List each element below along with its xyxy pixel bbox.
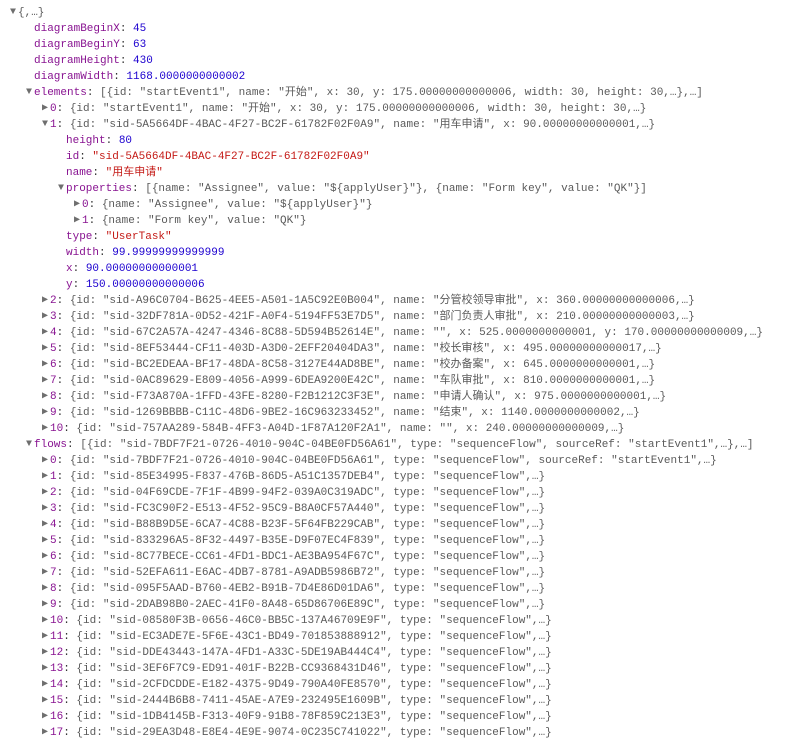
expand-toggle-icon[interactable] xyxy=(40,469,50,485)
expand-toggle-icon[interactable] xyxy=(72,213,82,229)
expand-toggle-icon[interactable] xyxy=(40,389,50,405)
tree-row: 9: {id: "sid-2DAB98B0-2AEC-41F0-8A48-65D… xyxy=(8,597,781,613)
expand-toggle-icon[interactable] xyxy=(40,517,50,533)
tree-row: 6: {id: "sid-BC2EDEAA-BF17-48DA-8C58-312… xyxy=(8,357,781,373)
expand-toggle-icon[interactable] xyxy=(40,373,50,389)
tree-row: 0: {id: "startEvent1", name: "开始", x: 30… xyxy=(8,101,781,117)
tree-row: 1: {name: "Form key", value: "QK"} xyxy=(8,213,781,229)
tree-row: 2: {id: "sid-A96C0704-B625-4EE5-A501-1A5… xyxy=(8,293,781,309)
tree-row: 17: {id: "sid-29EA3D48-E8E4-4E9E-9074-0C… xyxy=(8,725,781,741)
tree-row: 2: {id: "sid-04F69CDE-7F1F-4B99-94F2-039… xyxy=(8,485,781,501)
tree-row: 7: {id: "sid-0AC89629-E809-4056-A999-6DE… xyxy=(8,373,781,389)
expand-toggle-icon[interactable] xyxy=(40,549,50,565)
expand-toggle-icon[interactable] xyxy=(40,421,50,437)
tree-row: 16: {id: "sid-1DB4145B-F313-40F9-91B8-78… xyxy=(8,709,781,725)
tree-row: 3: {id: "sid-FC3C90F2-E513-4F52-95C9-B8A… xyxy=(8,501,781,517)
tree-row: 0: {id: "sid-7BDF7F21-0726-4010-904C-04B… xyxy=(8,453,781,469)
tree-row: 4: {id: "sid-67C2A57A-4247-4346-8C88-5D5… xyxy=(8,325,781,341)
expand-toggle-icon[interactable] xyxy=(40,565,50,581)
tree-row: 8: {id: "sid-F73A870A-1FFD-43FE-8280-F2B… xyxy=(8,389,781,405)
tree-row: diagramHeight: 430 xyxy=(8,53,781,69)
expand-toggle-icon[interactable] xyxy=(40,309,50,325)
expand-toggle-icon[interactable] xyxy=(40,485,50,501)
expand-toggle-icon[interactable] xyxy=(40,693,50,709)
tree-row: flows: [{id: "sid-7BDF7F21-0726-4010-904… xyxy=(8,437,781,453)
expand-toggle-icon[interactable] xyxy=(40,533,50,549)
tree-row: 7: {id: "sid-52EFA611-E6AC-4DB7-8781-A9A… xyxy=(8,565,781,581)
expand-toggle-icon[interactable] xyxy=(40,293,50,309)
tree-row: 12: {id: "sid-DDE43443-147A-4FD1-A33C-5D… xyxy=(8,645,781,661)
expand-toggle-icon[interactable] xyxy=(40,709,50,725)
tree-row: 11: {id: "sid-EC3ADE7E-5F6E-43C1-BD49-70… xyxy=(8,629,781,645)
expand-toggle-icon[interactable] xyxy=(40,501,50,517)
tree-row: width: 99.99999999999999 xyxy=(8,245,781,261)
tree-row: diagramWidth: 1168.0000000000002 xyxy=(8,69,781,85)
expand-toggle-icon[interactable] xyxy=(40,629,50,645)
tree-row: diagramBeginY: 63 xyxy=(8,37,781,53)
tree-row: 1: {id: "sid-5A5664DF-4BAC-4F27-BC2F-617… xyxy=(8,117,781,133)
tree-row: 0: {name: "Assignee", value: "${applyUse… xyxy=(8,197,781,213)
tree-row: 10: {id: "sid-757AA289-584B-4FF3-A04D-1F… xyxy=(8,421,781,437)
expand-toggle-icon[interactable] xyxy=(56,181,66,197)
tree-row: 13: {id: "sid-3EF6F7C9-ED91-401F-B22B-CC… xyxy=(8,661,781,677)
expand-toggle-icon[interactable] xyxy=(40,357,50,373)
json-tree-viewer: {,…}diagramBeginX: 45diagramBeginY: 63di… xyxy=(8,5,781,741)
expand-toggle-icon[interactable] xyxy=(40,405,50,421)
tree-row: name: "用车申请" xyxy=(8,165,781,181)
expand-toggle-icon[interactable] xyxy=(24,85,34,101)
expand-toggle-icon[interactable] xyxy=(40,597,50,613)
tree-row: x: 90.00000000000001 xyxy=(8,261,781,277)
tree-row: 15: {id: "sid-2444B6B8-7411-45AE-A7E9-23… xyxy=(8,693,781,709)
expand-toggle-icon[interactable] xyxy=(24,437,34,453)
tree-row: 8: {id: "sid-095F5AAD-B760-4EB2-B91B-7D4… xyxy=(8,581,781,597)
tree-row: 5: {id: "sid-833296A5-8F32-4497-B35E-D9F… xyxy=(8,533,781,549)
tree-row: 4: {id: "sid-B88B9D5E-6CA7-4C88-B23F-5F6… xyxy=(8,517,781,533)
tree-row: elements: [{id: "startEvent1", name: "开始… xyxy=(8,85,781,101)
expand-toggle-icon[interactable] xyxy=(40,101,50,117)
expand-toggle-icon[interactable] xyxy=(40,725,50,741)
tree-row: 1: {id: "sid-85E34995-F837-476B-86D5-A51… xyxy=(8,469,781,485)
expand-toggle-icon[interactable] xyxy=(40,677,50,693)
expand-toggle-icon[interactable] xyxy=(40,325,50,341)
expand-toggle-icon[interactable] xyxy=(72,197,82,213)
tree-row: id: "sid-5A5664DF-4BAC-4F27-BC2F-61782F0… xyxy=(8,149,781,165)
expand-toggle-icon[interactable] xyxy=(8,5,18,21)
tree-row: 6: {id: "sid-8C77BECE-CC61-4FD1-BDC1-AE3… xyxy=(8,549,781,565)
expand-toggle-icon[interactable] xyxy=(40,581,50,597)
expand-toggle-icon[interactable] xyxy=(40,341,50,357)
expand-toggle-icon[interactable] xyxy=(40,613,50,629)
tree-row: y: 150.00000000000006 xyxy=(8,277,781,293)
tree-row: diagramBeginX: 45 xyxy=(8,21,781,37)
expand-toggle-icon[interactable] xyxy=(40,645,50,661)
expand-toggle-icon[interactable] xyxy=(40,117,50,133)
tree-row: properties: [{name: "Assignee", value: "… xyxy=(8,181,781,197)
tree-row: height: 80 xyxy=(8,133,781,149)
tree-row: 9: {id: "sid-1269BBBB-C11C-48D6-9BE2-16C… xyxy=(8,405,781,421)
expand-toggle-icon[interactable] xyxy=(40,661,50,677)
tree-row: type: "UserTask" xyxy=(8,229,781,245)
expand-toggle-icon[interactable] xyxy=(40,453,50,469)
tree-row: 10: {id: "sid-08580F3B-0656-46C0-BB5C-13… xyxy=(8,613,781,629)
tree-row: 14: {id: "sid-2CFDCDDE-E182-4375-9D49-79… xyxy=(8,677,781,693)
tree-row: 5: {id: "sid-8EF53444-CF11-403D-A3D0-2EF… xyxy=(8,341,781,357)
tree-row: {,…} xyxy=(8,5,781,21)
tree-row: 3: {id: "sid-32DF781A-0D52-421F-A0F4-519… xyxy=(8,309,781,325)
